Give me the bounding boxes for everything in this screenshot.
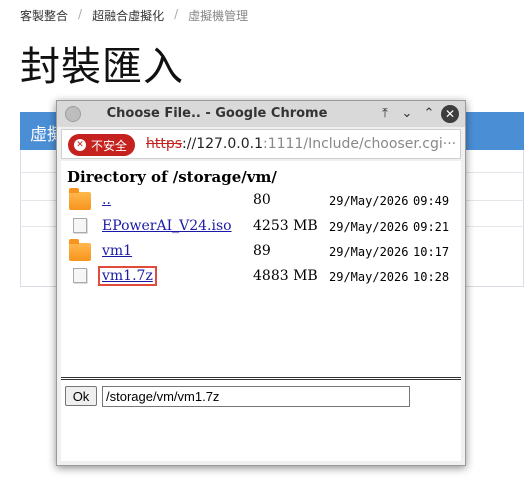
folder-icon[interactable] xyxy=(69,239,91,261)
not-secure-label: 不安全 xyxy=(91,138,128,153)
entry-link[interactable]: vm1 xyxy=(102,243,132,259)
file-icon[interactable] xyxy=(69,218,87,233)
url-host: ://127.0.0.1 xyxy=(182,136,263,152)
entry-date: 29/May/2026 xyxy=(329,270,409,284)
entry-date: 29/May/2026 xyxy=(329,245,409,259)
entry-date: 29/May/2026 xyxy=(329,194,409,208)
entry-time: 09:21 xyxy=(413,220,450,234)
warning-icon: ✕ xyxy=(74,139,86,151)
breadcrumb-separator: / xyxy=(78,7,83,21)
file-icon[interactable] xyxy=(69,268,87,283)
url-path: :1111/Include/chooser.cgi··· xyxy=(263,136,457,152)
chooser-popup-window: Choose File.. - Google Chrome ⤒ ⌄ ⌃ ✕ ✕ … xyxy=(56,100,466,466)
entry-time: 09:49 xyxy=(413,194,450,208)
ok-button[interactable]: Ok xyxy=(65,386,97,406)
entry-time: 10:17 xyxy=(413,245,450,259)
page-title: 封裝匯入 xyxy=(20,44,184,90)
directory-heading: Directory of /storage/vm/ xyxy=(67,168,277,186)
minimize-icon[interactable]: ⌄ xyxy=(397,104,417,124)
window-titlebar[interactable]: Choose File.. - Google Chrome ⤒ ⌄ ⌃ ✕ xyxy=(57,101,465,127)
window-title: Choose File.. - Google Chrome xyxy=(106,106,328,121)
list-item: vm1 89 29/May/2026 10:17 xyxy=(67,239,461,264)
breadcrumb-item[interactable]: 客製整合 xyxy=(20,7,68,24)
breadcrumb: 客製整合 / 超融合虛擬化 / 虛擬機管理 xyxy=(20,7,248,24)
path-input[interactable] xyxy=(102,386,410,407)
pin-icon[interactable]: ⤒ xyxy=(375,104,395,124)
close-icon[interactable]: ✕ xyxy=(441,105,459,123)
url-scheme: https xyxy=(146,136,183,152)
entry-link[interactable]: .. xyxy=(102,192,111,208)
breadcrumb-separator: / xyxy=(174,7,179,21)
entry-size: 4883 MB xyxy=(253,268,318,284)
entry-time: 10:28 xyxy=(413,270,450,284)
list-item-selected: vm1.7z 4883 MB 29/May/2026 10:28 xyxy=(67,265,461,289)
maximize-icon[interactable]: ⌃ xyxy=(419,104,439,124)
entry-size: 89 xyxy=(253,243,271,259)
entry-date: 29/May/2026 xyxy=(329,220,409,234)
not-secure-badge[interactable]: ✕ 不安全 xyxy=(68,134,136,156)
list-item: EPowerAI_V24.iso 4253 MB 29/May/2026 09:… xyxy=(67,215,461,239)
folder-icon[interactable] xyxy=(69,188,91,210)
address-bar[interactable]: ✕ 不安全 https://127.0.0.1:1111/Include/cho… xyxy=(61,129,461,159)
breadcrumb-item[interactable]: 超融合虛擬化 xyxy=(92,7,164,24)
url-text[interactable]: https://127.0.0.1:1111/Include/chooser.c… xyxy=(146,136,456,152)
entry-link-selected[interactable]: vm1.7z xyxy=(98,266,157,286)
list-item: .. 80 29/May/2026 09:49 xyxy=(67,188,461,213)
entry-size: 80 xyxy=(253,192,271,208)
entry-link[interactable]: EPowerAI_V24.iso xyxy=(102,218,232,234)
chooser-footer: Ok xyxy=(61,377,461,461)
entry-size: 4253 MB xyxy=(253,218,318,234)
breadcrumb-current: 虛擬機管理 xyxy=(188,9,249,23)
